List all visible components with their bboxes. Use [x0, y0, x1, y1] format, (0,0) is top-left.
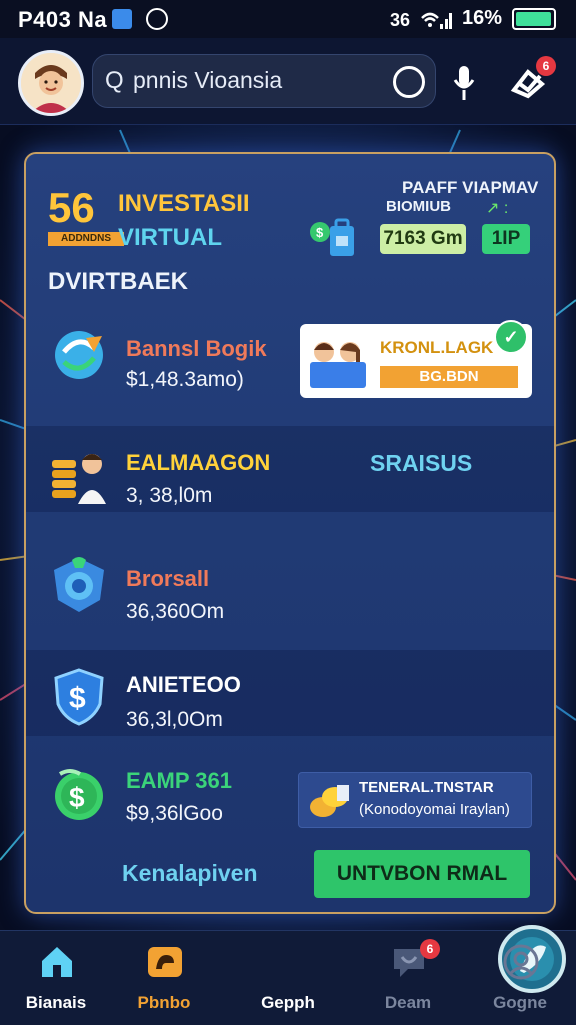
gear-shield-icon — [54, 557, 104, 612]
bottom-nav: Bianais Pbnbo Gepph 6 Deam Gogne — [0, 925, 576, 1025]
nav-item-profile[interactable]: Gogne — [472, 931, 568, 1025]
section-title: DVIRTBAEK — [48, 268, 189, 295]
money-icon: $ — [55, 769, 103, 820]
promo-banner[interactable]: KRONL.LAGK BG.BDN ✓ — [300, 320, 532, 398]
info-pill-title: TENERAL.TNSTAR — [359, 779, 494, 796]
list-item-title: ANIETEOO — [126, 672, 241, 697]
trend-up-icon: ↗ : — [486, 200, 509, 217]
status-label: SRAISUS — [370, 450, 473, 476]
big-number: 56 — [48, 184, 95, 231]
list-item-amount: $1,48.3amo) — [126, 368, 244, 391]
list-item-amount: 36,360Om — [126, 600, 225, 623]
dollar-shield-icon: $ — [54, 668, 104, 726]
investment-card: 56 ADDNDNS INVESTASII VIRTUAL $ PAAFF VI… — [24, 152, 556, 914]
status-bar: P403 Na 36 16% — [0, 0, 576, 38]
signal-icon: 36 — [390, 10, 452, 30]
list-item-title: Brorsall — [126, 566, 210, 591]
nav-item-center[interactable]: Gepph — [240, 925, 566, 1025]
footer-link[interactable]: Kenalapiven — [122, 860, 258, 887]
profile-icon — [503, 944, 539, 980]
search-input[interactable]: pnnis Vioansia — [133, 67, 282, 94]
exchange-icon — [55, 331, 103, 379]
summary-label: PAAFF VIAPMAV — [402, 178, 539, 197]
list-item-amount: $9,36lGoo — [126, 802, 223, 825]
battery-percent: 16% — [461, 7, 502, 29]
list-item-title: Bannsl Bogik — [126, 336, 267, 361]
wallet-icon: $ — [310, 218, 354, 256]
coins-person-icon — [52, 454, 106, 504]
nav-label: Deam — [384, 993, 432, 1012]
card-subtitle: VIRTUAL — [118, 224, 222, 251]
card-title: INVESTASII — [118, 190, 250, 217]
battery-icon — [512, 7, 556, 30]
notification-button[interactable]: 6 — [508, 56, 556, 102]
status-time: P403 Na — [18, 7, 108, 32]
promo-button[interactable]: BG.BDN — [380, 366, 518, 388]
nav-label: Gepph — [261, 993, 315, 1012]
svg-text:$: $ — [69, 682, 86, 715]
nav-item-home[interactable]: Bianais — [8, 931, 104, 1025]
search-icon: Q — [105, 67, 124, 94]
promo-title: KRONL.LAGK — [380, 338, 494, 357]
list-item-amount: 3, 38,l0m — [126, 484, 213, 507]
list-item-amount: 36,3l,0Om — [126, 708, 223, 731]
svg-text:$: $ — [69, 782, 85, 813]
nav-label: Pbnbo — [137, 993, 191, 1012]
nav-item-wallet[interactable]: Pbnbo — [116, 931, 212, 1025]
info-pill-subtitle: (Konodoyomai Iraylan) — [359, 801, 510, 818]
balance-chip[interactable]: 7163 Gm — [380, 224, 466, 254]
avatar[interactable] — [18, 50, 84, 116]
microphone-icon[interactable] — [452, 64, 476, 102]
check-icon: ✓ — [494, 320, 528, 354]
svg-text:$: $ — [316, 225, 324, 240]
growth-chip[interactable]: 1IP — [482, 224, 530, 254]
team-illustration-icon — [310, 342, 366, 388]
chat-badge: 6 — [420, 939, 440, 959]
summary-sublabel: BIOMIUB — [386, 198, 451, 215]
list-item-title: EAMP 361 — [126, 768, 232, 793]
cta-button[interactable]: UNTVBON RMAL — [314, 850, 530, 898]
top-header: Q pnnis Vioansia 6 — [0, 38, 576, 125]
alarm-icon — [146, 8, 168, 30]
search-bar[interactable]: Q pnnis Vioansia — [92, 54, 436, 108]
timer-icon[interactable] — [393, 66, 425, 98]
app-notification-icon — [112, 9, 132, 29]
nav-label: Gogne — [493, 993, 547, 1012]
info-pill[interactable]: TENERAL.TNSTAR (Konodoyomai Iraylan) — [298, 772, 532, 828]
wallet-icon — [148, 947, 182, 977]
list-item-title: EALMAAGON — [126, 450, 271, 475]
nav-label: Bianais — [25, 993, 87, 1012]
svg-text:36: 36 — [390, 10, 410, 30]
notification-badge: 6 — [536, 56, 556, 76]
big-number-caption: ADDNDNS — [48, 232, 124, 246]
coins-icon — [310, 785, 349, 817]
home-icon — [42, 947, 72, 977]
nav-item-chat[interactable]: 6 Deam — [360, 931, 456, 1025]
